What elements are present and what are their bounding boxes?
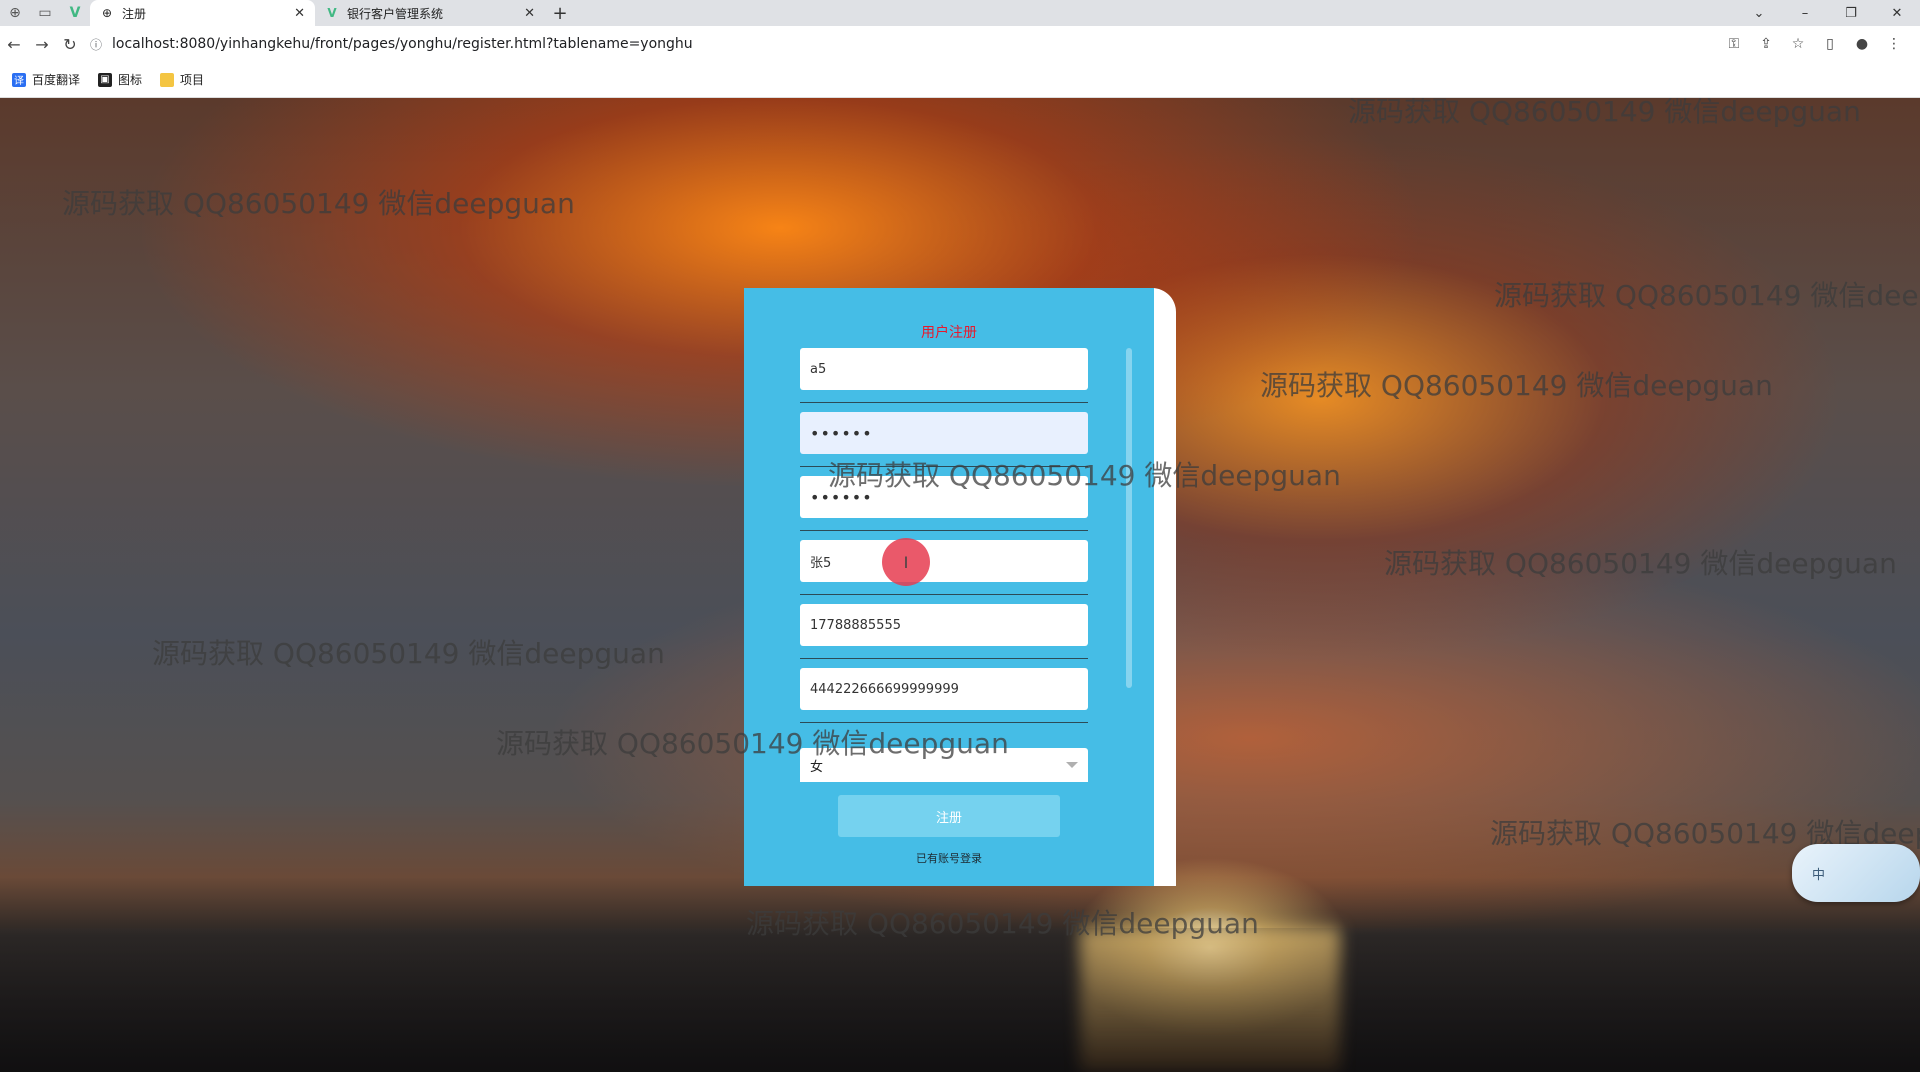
chevron-down-icon [1066,762,1078,768]
vue-icon: V [69,5,81,21]
id-number-input[interactable] [800,668,1088,710]
chevron-down-icon[interactable]: ⌄ [1736,0,1782,26]
tab-title: 注册 [122,6,147,21]
close-icon[interactable]: ✕ [294,6,305,21]
divider [800,402,1088,403]
name-input[interactable] [800,540,1088,582]
watermark: 源码获取 QQ86050149 微信deepguan [62,187,575,220]
url-field[interactable]: ⓘ localhost:8080/yinhangkehu/front/pages… [90,31,1690,57]
register-form: 用户注册 女 注册 已有账号登录 [744,288,1154,886]
form-scrollbar[interactable] [1126,348,1132,688]
folder-icon [160,72,175,87]
confirm-password-input[interactable] [800,476,1088,518]
sea-background [0,928,1920,1072]
translate-icon: 译 [12,72,26,87]
side-panel-icon[interactable]: ▯ [1814,36,1846,52]
vue-icon: V [327,6,337,20]
bookmark-label: 项目 [180,73,205,87]
bookmark-label: 百度翻译 [32,73,81,87]
window-controls: ⌄ – ❐ ✕ [1736,0,1920,26]
bookmark-label: 图标 [118,73,143,87]
profile-icon[interactable]: ● [1846,36,1878,52]
tab-bank-system[interactable]: V 银行客户管理系统 ✕ [315,0,545,26]
menu-icon[interactable]: ⋮ [1878,36,1910,52]
text-cursor-icon: I [903,552,909,572]
login-link[interactable]: 已有账号登录 [744,850,1154,866]
pinned-tab-3[interactable]: V [60,0,90,26]
tab-title: 银行客户管理系统 [347,6,444,21]
ime-indicator: 中 [1812,867,1826,883]
form-title: 用户注册 [921,325,977,341]
register-button[interactable]: 注册 [838,795,1060,837]
pinned-tab-1[interactable]: ⊕ [0,0,30,26]
info-icon[interactable]: ⓘ [90,36,102,53]
back-button[interactable]: ← [0,35,28,54]
pinned-tab-2[interactable]: ▭ [30,0,60,26]
minimize-button[interactable]: – [1782,0,1828,26]
forward-button[interactable]: → [28,35,56,54]
ime-widget[interactable]: 中 [1792,844,1920,902]
bookmark-icons[interactable]: ▣ 图标 [98,71,142,88]
divider [800,658,1088,659]
tab-register[interactable]: ⊕ 注册 ✕ [90,0,315,26]
gender-value: 女 [810,759,824,775]
image-icon: ▣ [98,72,113,87]
watermark: 源码获取 QQ86050149 微信deepguan [1348,98,1861,128]
close-icon[interactable]: ✕ [524,6,535,21]
url-text: localhost:8080/yinhangkehu/front/pages/y… [112,36,693,52]
bookmarks-bar: 译 百度翻译 ▣ 图标 项目 [0,62,1920,98]
sun-reflection [1080,928,1340,1072]
divider [800,722,1088,723]
watermark: 源码获取 QQ86050149 微信deepguan [1384,547,1897,580]
username-input[interactable] [800,348,1088,390]
phone-input[interactable] [800,604,1088,646]
watermark: 源码获取 QQ86050149 微信deepguan [152,637,665,670]
globe-icon: ⊕ [101,6,113,20]
bookmark-translate[interactable]: 译 百度翻译 [12,71,80,88]
key-icon[interactable]: ⚿ [1718,36,1750,52]
blank-page-icon: ▭ [38,5,52,21]
divider [800,466,1088,467]
reload-button[interactable]: ↻ [56,35,84,54]
close-window-button[interactable]: ✕ [1874,0,1920,26]
divider [800,594,1088,595]
register-page: 源码获取 QQ86050149 微信deepguan 源码获取 QQ860501… [0,98,1920,1072]
divider [800,530,1088,531]
watermark: 源码获取 QQ86050149 微信deepguan [1260,369,1773,402]
new-tab-button[interactable]: + [545,3,575,24]
address-bar: ← → ↻ ⓘ localhost:8080/yinhangkehu/front… [0,26,1920,62]
star-icon[interactable]: ☆ [1782,36,1814,52]
browser-tabstrip: ⊕ ▭ V ⊕ 注册 ✕ V 银行客户管理系统 ✕ + ⌄ – ❐ ✕ [0,0,1920,26]
restore-button[interactable]: ❐ [1828,0,1874,26]
watermark: 源码获取 QQ86050149 微信deepguan [1494,279,1920,312]
globe-icon: ⊕ [9,5,21,21]
share-icon[interactable]: ⇪ [1750,36,1782,52]
address-actions: ⚿ ⇪ ☆ ▯ ● ⋮ [1718,26,1910,62]
cursor-highlight: I [882,538,930,586]
password-input[interactable] [800,412,1088,454]
bookmark-projects[interactable]: 项目 [160,71,204,88]
gender-select[interactable]: 女 [800,748,1088,782]
